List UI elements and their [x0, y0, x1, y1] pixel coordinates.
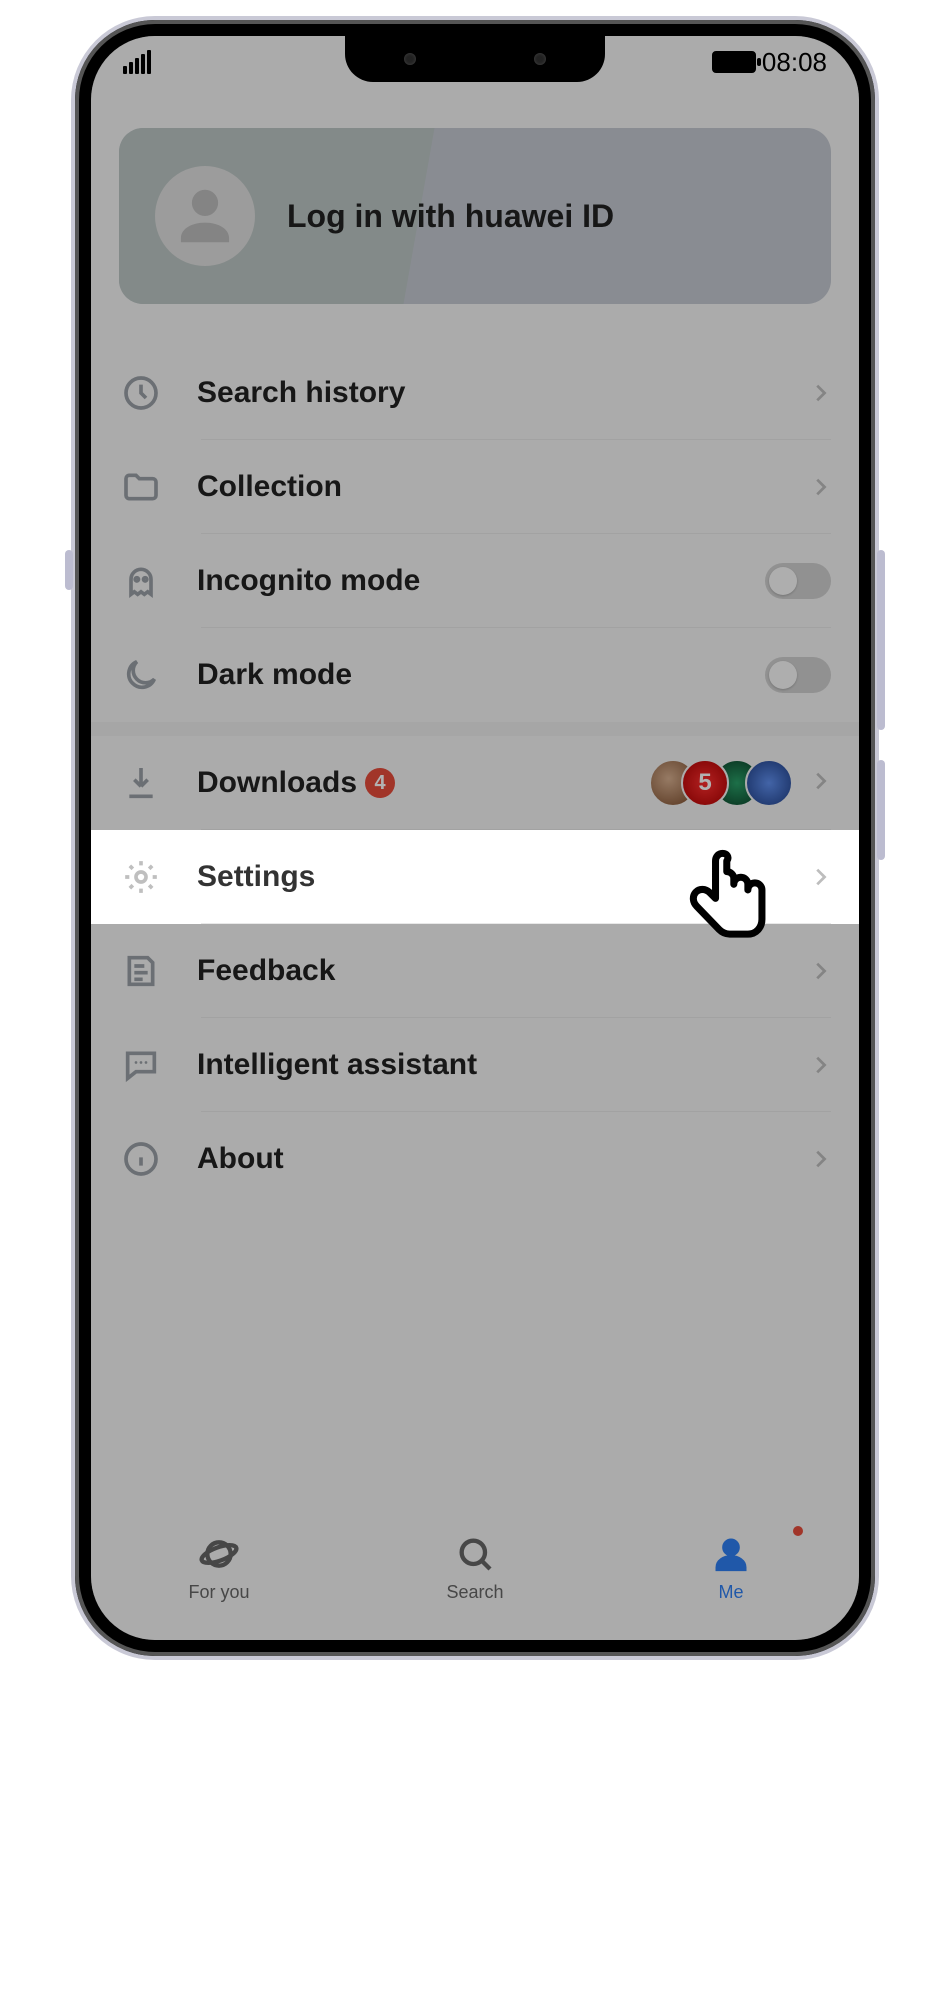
downloads-badge: 4: [365, 768, 395, 798]
menu-list: Search history Collection: [91, 346, 859, 1206]
toggle-incognito[interactable]: [765, 563, 831, 599]
camera-dot: [404, 53, 416, 65]
battery-icon: [712, 51, 756, 73]
volume-button: [877, 550, 885, 730]
row-label: Intelligent assistant: [197, 1048, 809, 1082]
row-intelligent-assistant[interactable]: Intelligent assistant: [91, 1018, 859, 1112]
signal-icon: [123, 50, 151, 74]
clock-icon: [119, 371, 163, 415]
row-label: Incognito mode: [197, 564, 765, 598]
nav-label: Search: [446, 1582, 503, 1603]
tab-me[interactable]: Me: [603, 1512, 859, 1622]
download-icon: [119, 761, 163, 805]
magnifier-icon: [453, 1532, 497, 1576]
nav-label: For you: [188, 1582, 249, 1603]
row-label: Search history: [197, 376, 809, 410]
folder-icon: [119, 465, 163, 509]
app-thumb: [681, 759, 729, 807]
bottom-nav: For you Search Me: [91, 1512, 859, 1622]
row-collection[interactable]: Collection: [91, 440, 859, 534]
chevron-right-icon: [809, 954, 831, 988]
phone-frame: 08:08 Log in with huawei ID Search histo…: [75, 20, 875, 1656]
screen: 08:08 Log in with huawei ID Search histo…: [91, 36, 859, 1640]
chevron-right-icon: [809, 470, 831, 504]
row-label-wrap: Downloads 4: [197, 766, 649, 800]
moon-icon: [119, 653, 163, 697]
notification-dot: [793, 1526, 803, 1536]
notch: [345, 36, 605, 82]
row-label: About: [197, 1142, 809, 1176]
login-prompt: Log in with huawei ID: [287, 198, 614, 235]
row-dark-mode[interactable]: Dark mode: [91, 628, 859, 722]
row-label: Downloads: [197, 766, 357, 800]
row-about[interactable]: About: [91, 1112, 859, 1206]
side-key: [65, 550, 73, 590]
row-label: Collection: [197, 470, 809, 504]
toggle-dark-mode[interactable]: [765, 657, 831, 693]
nav-label: Me: [718, 1582, 743, 1603]
chat-bubble-icon: [119, 1043, 163, 1087]
chevron-right-icon: [809, 1048, 831, 1082]
app-thumb: [745, 759, 793, 807]
info-icon: [119, 1137, 163, 1181]
row-search-history[interactable]: Search history: [91, 346, 859, 440]
chevron-right-icon: [809, 860, 831, 894]
status-time: 08:08: [762, 47, 827, 78]
planet-icon: [197, 1532, 241, 1576]
chevron-right-icon: [809, 1142, 831, 1176]
power-button: [877, 760, 885, 860]
ghost-icon: [119, 559, 163, 603]
row-label: Dark mode: [197, 658, 765, 692]
section-gap: [91, 722, 859, 736]
tab-search[interactable]: Search: [347, 1512, 603, 1622]
camera-dot: [534, 53, 546, 65]
row-incognito-mode[interactable]: Incognito mode: [91, 534, 859, 628]
login-card[interactable]: Log in with huawei ID: [119, 128, 831, 304]
chevron-right-icon: [809, 376, 831, 410]
person-icon: [709, 1532, 753, 1576]
download-app-stack: [649, 759, 793, 807]
row-downloads[interactable]: Downloads 4: [91, 736, 859, 830]
gear-icon: [119, 855, 163, 899]
pointer-hand-icon: [686, 844, 776, 964]
chevron-right-icon: [809, 764, 831, 803]
note-feedback-icon: [119, 949, 163, 993]
tab-for-you[interactable]: For you: [91, 1512, 347, 1622]
person-avatar-icon: [155, 166, 255, 266]
